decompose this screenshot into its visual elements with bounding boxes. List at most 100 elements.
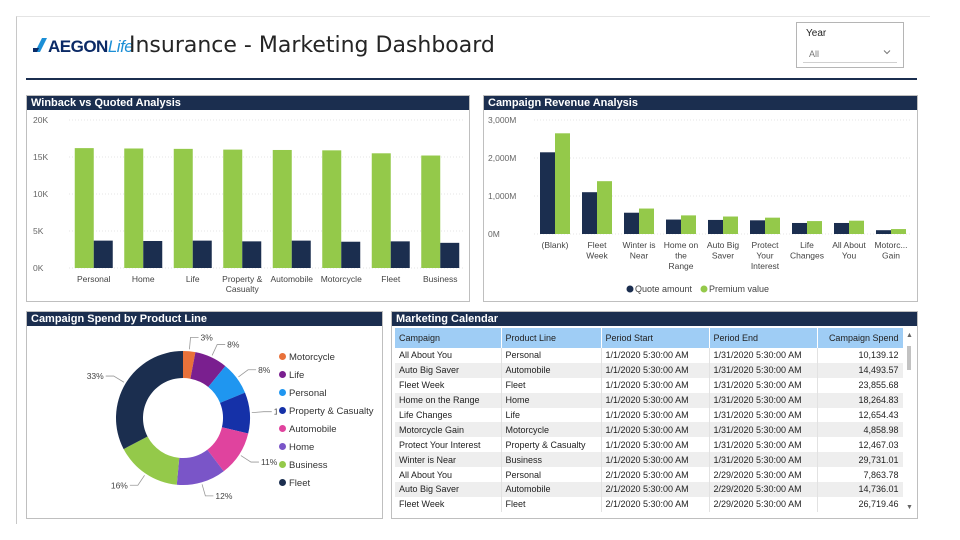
y-tick-label: 2,000M xyxy=(488,153,516,163)
legend-item[interactable]: Property & Casualty xyxy=(279,406,373,417)
column-header[interactable]: Product Line xyxy=(501,328,602,348)
table-row[interactable]: All About You Personal 1/1/2020 5:30:00 AM… xyxy=(395,348,903,363)
bar xyxy=(93,240,113,268)
table-cell: 7,863.78 xyxy=(817,467,903,483)
table-cell: Motorcycle xyxy=(501,422,602,438)
data-label-leader xyxy=(201,484,214,497)
campaign-revenue-panel[interactable]: Campaign Revenue Analysis 0M 1,000M 2,000M… xyxy=(483,95,918,302)
table-cell: 1/1/2020 5:30:00 AM xyxy=(601,377,710,393)
table-cell: Motorcycle Gain xyxy=(395,422,502,438)
data-label-leader xyxy=(189,336,199,350)
legend-item[interactable]: Personal xyxy=(279,388,327,399)
scroll-down-icon[interactable]: ▼ xyxy=(906,504,913,511)
data-label-leader xyxy=(238,369,257,378)
bar xyxy=(849,220,864,234)
winback-bar-chart[interactable]: 0K 5K 10K 15K 20K Personal Home Life Property & C… xyxy=(27,112,469,302)
data-label: 8% xyxy=(258,365,271,375)
x-tick-label: Motorcycle xyxy=(321,274,362,284)
scroll-up-icon[interactable]: ▲ xyxy=(906,332,913,339)
winback-panel-title: Winback vs Quoted Analysis xyxy=(27,96,469,110)
revenue-bar-chart[interactable]: 0M 1,000M 2,000M 3,000M (Blank) Fleet Week Wint… xyxy=(484,112,917,302)
marketing-calendar-panel[interactable]: Marketing Calendar Campaign Product Line P… xyxy=(391,311,918,519)
y-tick-label: 10K xyxy=(33,189,48,199)
calendar-scrollbar[interactable]: ▲ ▼ xyxy=(905,330,914,516)
spend-donut-chart[interactable]: 3% 8% 8% 10% 11% 12% 16% 33% xyxy=(27,328,277,518)
legend-marker xyxy=(279,388,286,396)
table-row[interactable]: Fleet Week Fleet 2/1/2020 5:30:00 AM 2/29/2… xyxy=(395,496,903,512)
donut-slice xyxy=(116,351,183,450)
table-cell: Fleet Week xyxy=(395,377,502,393)
column-header[interactable]: Period Start xyxy=(601,328,710,348)
calendar-table-wrap: Campaign Product Line Period Start Period E… xyxy=(395,328,903,516)
table-cell: 12,467.03 xyxy=(817,437,903,453)
x-tick-label: Protect Your Interest xyxy=(751,240,780,271)
scroll-thumb[interactable] xyxy=(907,346,911,370)
column-header-label: Campaign xyxy=(399,333,441,343)
legend-label: Life xyxy=(289,370,305,381)
table-cell: 4,858.98 xyxy=(817,422,903,438)
bar xyxy=(834,222,849,234)
table-row[interactable]: Auto Big Saver Automobile 2/1/2020 5:30:00… xyxy=(395,482,903,497)
bar xyxy=(341,241,361,268)
bar xyxy=(74,148,94,268)
table-row[interactable]: Winter is Near Business 1/1/2020 5:30:00 A… xyxy=(395,452,903,468)
table-row[interactable]: Life Changes Life 1/1/2020 5:30:00 AM 1/31/… xyxy=(395,407,903,423)
table-cell: 14,493.57 xyxy=(817,362,903,378)
x-tick-label: Life Changes xyxy=(790,240,824,261)
table-row[interactable]: Motorcycle Gain Motorcycle 1/1/2020 5:30:0… xyxy=(395,422,903,438)
table-cell: 1/1/2020 5:30:00 AM xyxy=(601,422,710,438)
data-label: 8% xyxy=(227,340,240,350)
column-header[interactable]: Campaign Spend xyxy=(817,328,903,348)
table-cell: Business xyxy=(501,452,602,468)
legend-marker xyxy=(279,352,286,360)
winback-vs-quoted-panel[interactable]: Winback vs Quoted Analysis 0K 5K 10K 15K 20K… xyxy=(26,95,470,302)
bar xyxy=(272,149,292,268)
table-row[interactable]: Protect Your Interest Property & Casualty… xyxy=(395,437,903,453)
legend-item[interactable]: Automobile xyxy=(279,424,337,435)
legend-item[interactable]: Home xyxy=(279,442,314,453)
table-cell: 18,264.83 xyxy=(817,392,903,408)
table-row[interactable]: All About You Personal 2/1/2020 5:30:00 AM… xyxy=(395,467,903,483)
table-cell: All About You xyxy=(395,467,502,483)
table-cell: Fleet xyxy=(501,377,602,393)
table-cell: 14,736.01 xyxy=(817,482,903,497)
bar xyxy=(597,181,612,234)
campaign-spend-panel[interactable]: Campaign Spend by Product Line 3% 8% 8% 10%… xyxy=(26,311,383,519)
table-row[interactable]: Fleet Week Fleet 1/1/2020 5:30:00 AM 1/31/2… xyxy=(395,377,903,393)
table-cell: Auto Big Saver xyxy=(395,362,502,378)
bar xyxy=(582,192,597,234)
table-cell: Winter is Near xyxy=(395,452,502,468)
legend-item[interactable]: Business xyxy=(279,460,328,471)
table-row[interactable]: Home on the Range Home 1/1/2020 5:30:00 AM… xyxy=(395,392,903,408)
table-cell: All About You xyxy=(395,348,502,363)
table-row[interactable]: Auto Big Saver Automobile 1/1/2020 5:30:00… xyxy=(395,362,903,378)
calendar-panel-title: Marketing Calendar xyxy=(392,312,917,326)
aegon-life-logo: AEGONLife xyxy=(33,33,134,59)
table-cell: 1/31/2020 5:30:00 AM xyxy=(709,362,818,378)
x-tick-label: (Blank) xyxy=(542,240,569,250)
bar xyxy=(223,149,243,268)
table-cell: 1/31/2020 5:30:00 AM xyxy=(709,392,818,408)
column-header[interactable]: Campaign xyxy=(395,328,502,348)
x-tick-label: Business xyxy=(423,274,458,284)
column-header-label: Campaign Spend xyxy=(828,333,899,343)
bar xyxy=(124,148,144,268)
data-label: 3% xyxy=(201,332,214,342)
x-tick-label: Winter is Near xyxy=(622,240,655,261)
legend-item[interactable]: Life xyxy=(279,370,304,381)
column-header[interactable]: Period End xyxy=(709,328,818,348)
table-cell: 2/29/2020 5:30:00 AM xyxy=(709,496,818,512)
legend-item[interactable]: Fleet xyxy=(279,478,310,489)
table-cell: 2/1/2020 5:30:00 AM xyxy=(601,467,710,483)
bar xyxy=(143,240,163,268)
year-dropdown[interactable]: All xyxy=(803,43,897,63)
legend-marker xyxy=(279,424,286,432)
logo-mark-icon xyxy=(33,38,47,52)
revenue-panel-title: Campaign Revenue Analysis xyxy=(484,96,917,110)
year-dropdown-value: All xyxy=(809,49,820,59)
legend-label: Business xyxy=(289,460,328,471)
table-cell: 1/31/2020 5:30:00 AM xyxy=(709,422,818,438)
table-cell: 12,654.43 xyxy=(817,407,903,423)
legend-item[interactable]: Motorcycle xyxy=(279,352,335,363)
year-slicer-label: Year xyxy=(806,28,827,39)
